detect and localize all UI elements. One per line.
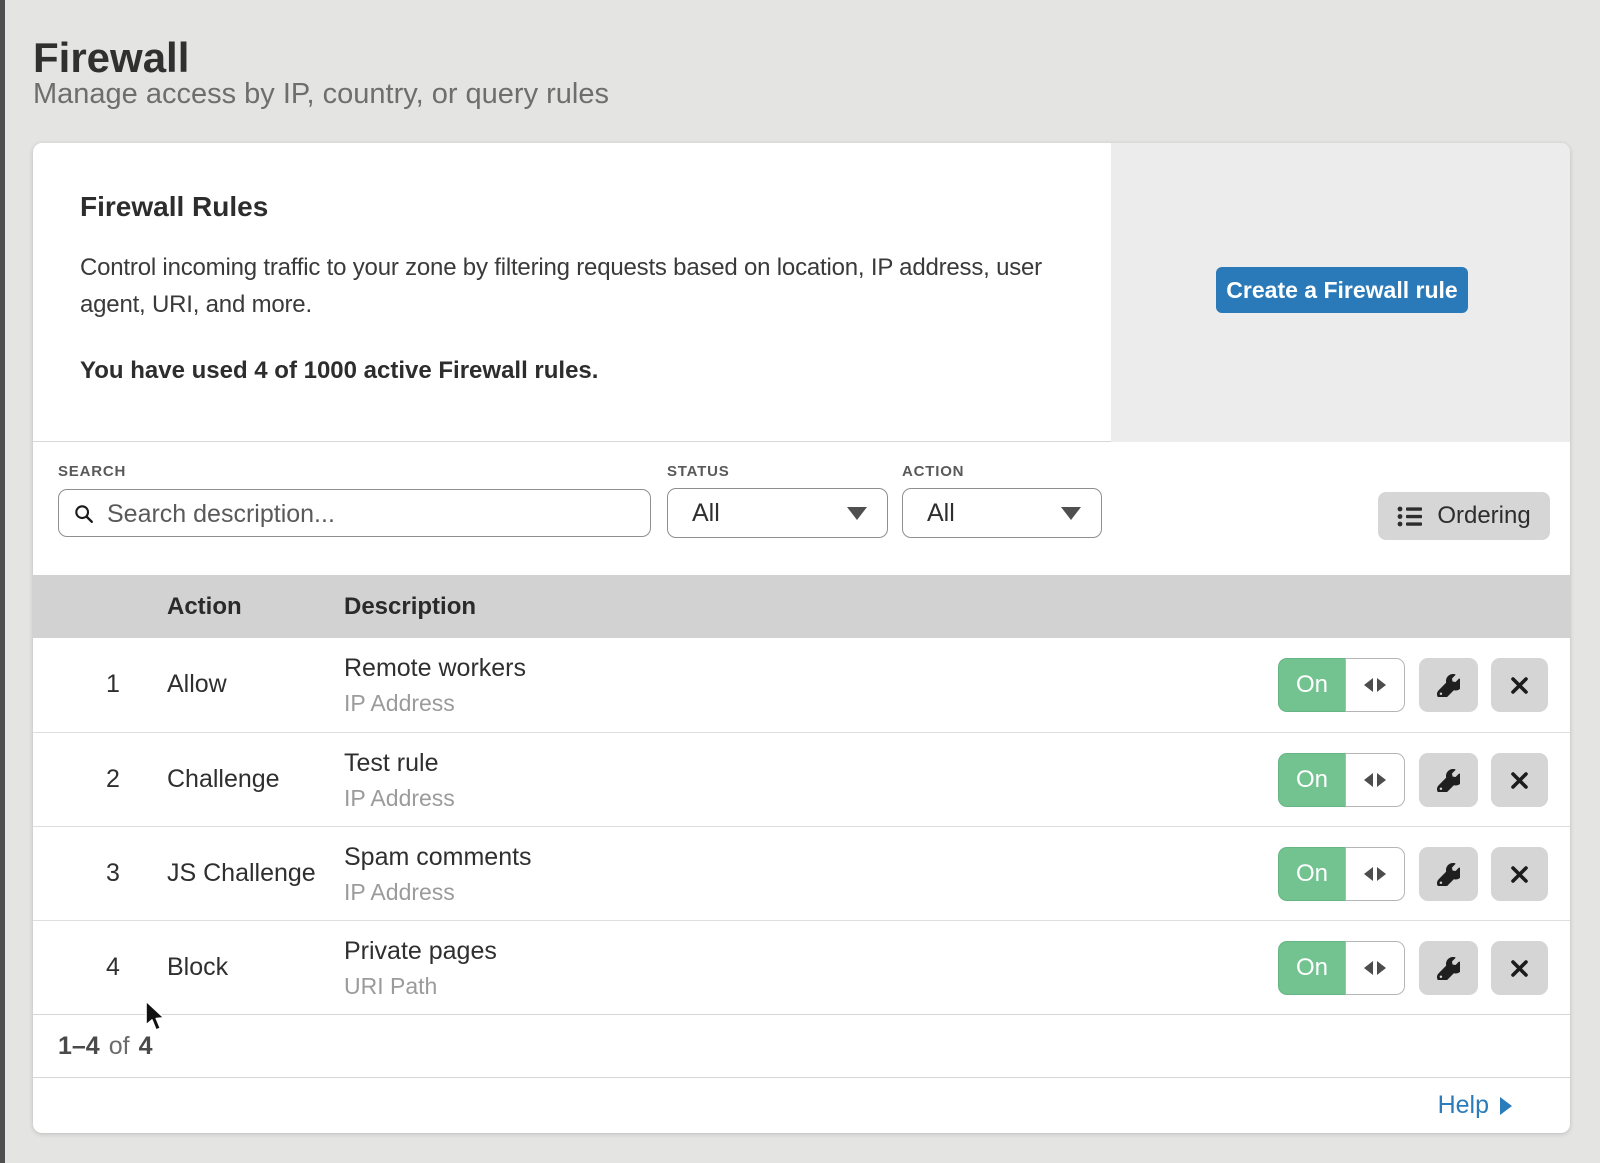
pagination-range: 1–4 — [58, 1032, 100, 1061]
rules-heading: Firewall Rules — [80, 191, 1045, 223]
rule-description: Test rule — [344, 749, 438, 778]
ordering-button[interactable]: Ordering — [1378, 492, 1550, 540]
delete-rule-button[interactable] — [1491, 847, 1548, 901]
pagination-bar: 1–4 of 4 — [33, 1014, 1570, 1077]
pagination-of: of — [109, 1032, 130, 1061]
toggle-handle — [1345, 941, 1405, 995]
search-input[interactable] — [105, 491, 642, 537]
ordering-button-label: Ordering — [1437, 502, 1530, 530]
rule-description: Spam comments — [344, 843, 532, 872]
toggle-on-segment: On — [1278, 941, 1345, 995]
rules-usage-note: You have used 4 of 1000 active Firewall … — [80, 357, 1045, 385]
ordering-list-icon — [1397, 505, 1424, 528]
rules-intro-section: Firewall Rules Control incoming traffic … — [33, 143, 1570, 442]
rule-enabled-toggle[interactable]: On — [1278, 847, 1405, 901]
action-selected-value: All — [927, 499, 1061, 528]
filters-bar: SEARCH STATUS All ACTION All Ordering — [33, 442, 1570, 575]
help-link-label: Help — [1438, 1091, 1489, 1120]
toggle-handle — [1345, 847, 1405, 901]
delete-rule-button[interactable] — [1491, 753, 1548, 807]
table-row: 1 Allow Remote workers IP Address On — [33, 638, 1570, 732]
rule-priority: 2 — [93, 765, 133, 794]
create-rule-panel: Create a Firewall rule — [1111, 143, 1570, 442]
column-header-description: Description — [344, 593, 476, 621]
table-header: Action Description — [33, 575, 1570, 638]
rule-enabled-toggle[interactable]: On — [1278, 753, 1405, 807]
card-footer: Help — [33, 1077, 1570, 1133]
edit-rule-button[interactable] — [1419, 941, 1478, 995]
window-edge — [0, 0, 5, 1163]
delete-rule-button[interactable] — [1491, 941, 1548, 995]
edit-rule-button[interactable] — [1419, 847, 1478, 901]
toggle-handle — [1345, 753, 1405, 807]
firewall-page: { "page": { "title": "Firewall", "subtit… — [0, 0, 1600, 1163]
create-firewall-rule-button[interactable]: Create a Firewall rule — [1216, 267, 1468, 313]
rule-action: Block — [167, 953, 228, 982]
arrow-left-icon — [1364, 961, 1373, 975]
help-link[interactable]: Help — [1438, 1091, 1512, 1120]
table-row: 3 JS Challenge Spam comments IP Address … — [33, 826, 1570, 920]
wrench-icon — [1437, 957, 1460, 980]
close-icon — [1510, 865, 1529, 884]
arrow-left-icon — [1364, 678, 1373, 692]
page-title: Firewall — [33, 34, 189, 82]
rule-enabled-toggle[interactable]: On — [1278, 941, 1405, 995]
pagination-total: 4 — [139, 1032, 153, 1061]
search-icon — [73, 503, 95, 525]
rule-action: JS Challenge — [167, 859, 316, 888]
close-icon — [1510, 676, 1529, 695]
close-icon — [1510, 959, 1529, 978]
action-label: ACTION — [902, 463, 964, 480]
rule-enabled-toggle[interactable]: On — [1278, 658, 1405, 712]
column-header-action: Action — [167, 593, 242, 621]
table-row: 4 Block Private pages URI Path On — [33, 920, 1570, 1014]
arrow-right-icon — [1377, 678, 1386, 692]
edit-rule-button[interactable] — [1419, 753, 1478, 807]
arrow-right-icon — [1377, 961, 1386, 975]
chevron-down-icon — [847, 507, 867, 520]
toggle-on-segment: On — [1278, 753, 1345, 807]
search-box — [58, 489, 651, 537]
arrow-right-icon — [1500, 1097, 1512, 1115]
rule-description: Remote workers — [344, 654, 526, 683]
rule-match-field: URI Path — [344, 973, 437, 1000]
rule-priority: 1 — [93, 670, 133, 699]
rule-match-field: IP Address — [344, 690, 455, 717]
action-select[interactable]: All — [902, 488, 1102, 538]
status-select[interactable]: All — [667, 488, 888, 538]
page-subtitle: Manage access by IP, country, or query r… — [33, 78, 609, 111]
toggle-handle — [1345, 658, 1405, 712]
arrow-left-icon — [1364, 773, 1373, 787]
rule-priority: 3 — [93, 859, 133, 888]
rule-description: Private pages — [344, 937, 497, 966]
arrow-right-icon — [1377, 773, 1386, 787]
chevron-down-icon — [1061, 507, 1081, 520]
close-icon — [1510, 771, 1529, 790]
wrench-icon — [1437, 674, 1460, 697]
rule-action: Challenge — [167, 765, 280, 794]
status-selected-value: All — [692, 499, 847, 528]
rules-description: Control incoming traffic to your zone by… — [80, 249, 1045, 323]
delete-rule-button[interactable] — [1491, 658, 1548, 712]
firewall-rules-card: Firewall Rules Control incoming traffic … — [33, 143, 1570, 1133]
rule-match-field: IP Address — [344, 879, 455, 906]
arrow-right-icon — [1377, 867, 1386, 881]
rules-intro-text: Firewall Rules Control incoming traffic … — [80, 191, 1045, 385]
wrench-icon — [1437, 769, 1460, 792]
status-label: STATUS — [667, 463, 730, 480]
rule-match-field: IP Address — [344, 785, 455, 812]
rule-priority: 4 — [93, 953, 133, 982]
rule-action: Allow — [167, 670, 227, 699]
arrow-left-icon — [1364, 867, 1373, 881]
toggle-on-segment: On — [1278, 847, 1345, 901]
edit-rule-button[interactable] — [1419, 658, 1478, 712]
wrench-icon — [1437, 863, 1460, 886]
toggle-on-segment: On — [1278, 658, 1345, 712]
table-row: 2 Challenge Test rule IP Address On — [33, 732, 1570, 826]
search-label: SEARCH — [58, 463, 126, 480]
